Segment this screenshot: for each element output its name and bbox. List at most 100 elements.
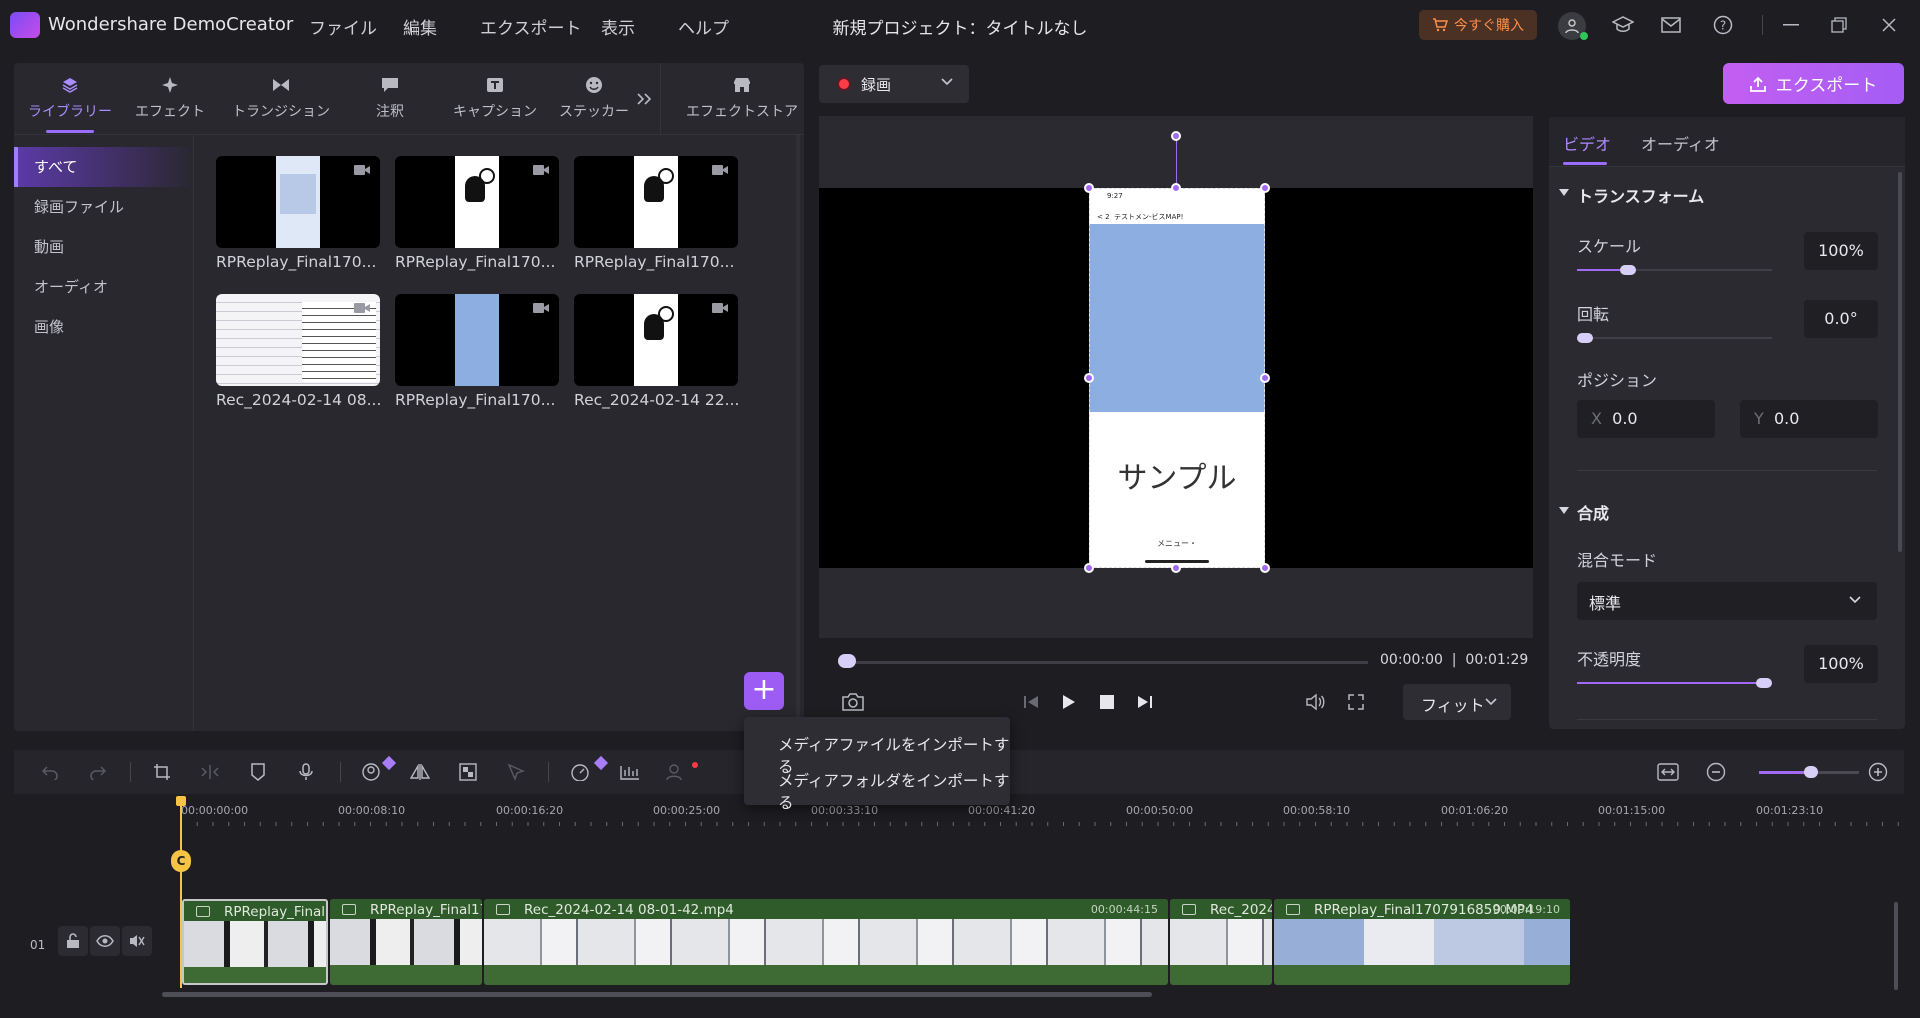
tab-video[interactable]: ビデオ [1563, 131, 1611, 155]
tab-effect-store[interactable]: エフェクトストア [682, 73, 802, 131]
tab-effects[interactable]: エフェクト [124, 73, 216, 131]
resize-handle[interactable] [1260, 373, 1270, 383]
playhead[interactable] [180, 798, 182, 988]
menu-file[interactable]: ファイル [309, 14, 377, 39]
media-thumbnail[interactable] [574, 294, 738, 386]
tab-audio[interactable]: オーディオ [1641, 131, 1720, 155]
lock-icon[interactable] [58, 926, 88, 956]
position-y-field[interactable]: Y 0.0 [1740, 400, 1878, 438]
media-thumbnail[interactable] [216, 156, 380, 248]
snapshot-camera-icon[interactable] [840, 690, 866, 714]
resize-handle[interactable] [1260, 563, 1270, 573]
timeline-horizontal-scrollbar[interactable] [162, 992, 1152, 997]
media-thumbnail[interactable] [395, 156, 559, 248]
scale-value[interactable]: 100% [1804, 232, 1878, 270]
rotate-value[interactable]: 0.0° [1804, 300, 1878, 338]
media-thumbnail[interactable] [395, 294, 559, 386]
buy-now-button[interactable]: 今すぐ購入 [1419, 10, 1537, 40]
playhead-handle[interactable] [176, 796, 186, 806]
tab-annotations[interactable]: 注釈 [344, 73, 436, 131]
import-button[interactable]: + [744, 672, 784, 710]
rotate-slider-knob[interactable] [1577, 333, 1593, 343]
library-scrollbar[interactable] [796, 135, 800, 725]
category-all[interactable]: すべて [14, 147, 194, 187]
zoom-slider-knob[interactable] [1804, 766, 1818, 778]
fit-dropdown[interactable]: フィット [1403, 684, 1511, 720]
category-image[interactable]: 画像 [14, 307, 194, 347]
blend-mode-dropdown[interactable]: 標準 [1577, 582, 1877, 620]
marker-icon[interactable] [246, 760, 270, 784]
tab-library[interactable]: ライブラリー [24, 73, 116, 133]
timeline-vertical-scrollbar[interactable] [1894, 902, 1898, 990]
scale-slider-knob[interactable] [1619, 265, 1636, 275]
fullscreen-icon[interactable] [1344, 690, 1368, 714]
timeline-clip[interactable]: RPReplay_Final17 [182, 899, 328, 985]
mail-icon[interactable] [1658, 12, 1684, 38]
timeline-clip[interactable]: RPReplay_Final1707916859.MP4 00:00:19:10 [1274, 899, 1570, 985]
playback-progress[interactable] [838, 661, 1368, 664]
category-recordings[interactable]: 録画ファイル [14, 187, 194, 227]
collapse-caret-icon[interactable] [1559, 189, 1569, 196]
mosaic-icon[interactable] [456, 760, 480, 784]
audio-adjust-icon[interactable] [618, 760, 642, 784]
playback-knob[interactable] [838, 654, 856, 668]
menu-help[interactable]: ヘルプ [678, 14, 729, 39]
stop-icon[interactable] [1096, 690, 1118, 714]
resize-handle[interactable] [1260, 183, 1270, 193]
cursor-effect-icon[interactable] [504, 760, 528, 784]
resize-handle[interactable] [1084, 563, 1094, 573]
caption-marker-icon[interactable]: C [171, 850, 191, 872]
mirror-icon[interactable] [408, 760, 432, 784]
resize-handle[interactable] [1171, 563, 1181, 573]
opacity-value[interactable]: 100% [1804, 645, 1878, 683]
menu-export[interactable]: エクスポート [480, 14, 582, 39]
voice-changer-icon[interactable] [664, 760, 688, 784]
prev-frame-icon[interactable] [1020, 690, 1042, 714]
menu-view[interactable]: 表示 [601, 14, 635, 39]
resize-handle[interactable] [1084, 183, 1094, 193]
tab-transitions[interactable]: トランジション [226, 73, 336, 131]
media-thumbnail[interactable] [574, 156, 738, 248]
ai-person-icon[interactable] [360, 760, 384, 784]
zoom-out-icon[interactable] [1704, 760, 1728, 784]
minimize-icon[interactable] [1778, 12, 1804, 38]
play-icon[interactable] [1058, 690, 1080, 714]
position-x-field[interactable]: X 0.0 [1577, 400, 1715, 438]
microphone-icon[interactable] [294, 760, 318, 784]
tab-captions[interactable]: キャプション [445, 73, 545, 131]
timeline-clip[interactable]: Rec_2024-02-14 08-01-42.mp4 00:00:44:15 [484, 899, 1168, 985]
next-frame-icon[interactable] [1134, 690, 1156, 714]
mute-icon[interactable] [122, 926, 152, 956]
volume-icon[interactable] [1304, 690, 1328, 714]
fit-timeline-icon[interactable] [1656, 760, 1680, 784]
zoom-in-icon[interactable] [1866, 760, 1890, 784]
help-icon[interactable]: ? [1710, 12, 1736, 38]
split-icon[interactable] [198, 760, 222, 784]
crop-icon[interactable] [150, 760, 174, 784]
record-dropdown[interactable]: 録画 [819, 65, 969, 103]
learning-cap-icon[interactable] [1610, 12, 1636, 38]
opacity-slider-knob[interactable] [1756, 678, 1772, 688]
resize-handle[interactable] [1171, 183, 1181, 193]
close-icon[interactable] [1876, 12, 1902, 38]
more-tabs-chevron-icon[interactable] [634, 89, 654, 109]
undo-icon[interactable] [38, 760, 62, 784]
collapse-caret-icon[interactable] [1559, 507, 1569, 514]
speed-icon[interactable] [568, 760, 592, 784]
resize-handle[interactable] [1084, 373, 1094, 383]
rotate-handle[interactable] [1171, 131, 1181, 141]
timeline-clip[interactable]: RPReplay_Final170787( [330, 899, 482, 985]
menu-edit[interactable]: 編集 [403, 14, 437, 39]
media-thumbnail[interactable] [216, 294, 380, 386]
tab-stickers[interactable]: ステッカー [548, 73, 640, 131]
category-video[interactable]: 動画 [14, 227, 194, 267]
rotate-slider[interactable] [1577, 337, 1772, 339]
import-media-folder-item[interactable]: メディアフォルダをインポートする [778, 769, 1010, 813]
eye-icon[interactable] [90, 926, 120, 956]
restore-icon[interactable] [1826, 12, 1852, 38]
category-audio[interactable]: オーディオ [14, 267, 194, 307]
timeline-ruler[interactable]: 00:00:00:00 00:00:08:10 00:00:16:20 00:0… [181, 796, 1904, 826]
properties-scrollbar[interactable] [1898, 172, 1902, 552]
redo-icon[interactable] [86, 760, 110, 784]
export-button[interactable]: エクスポート [1723, 63, 1904, 104]
